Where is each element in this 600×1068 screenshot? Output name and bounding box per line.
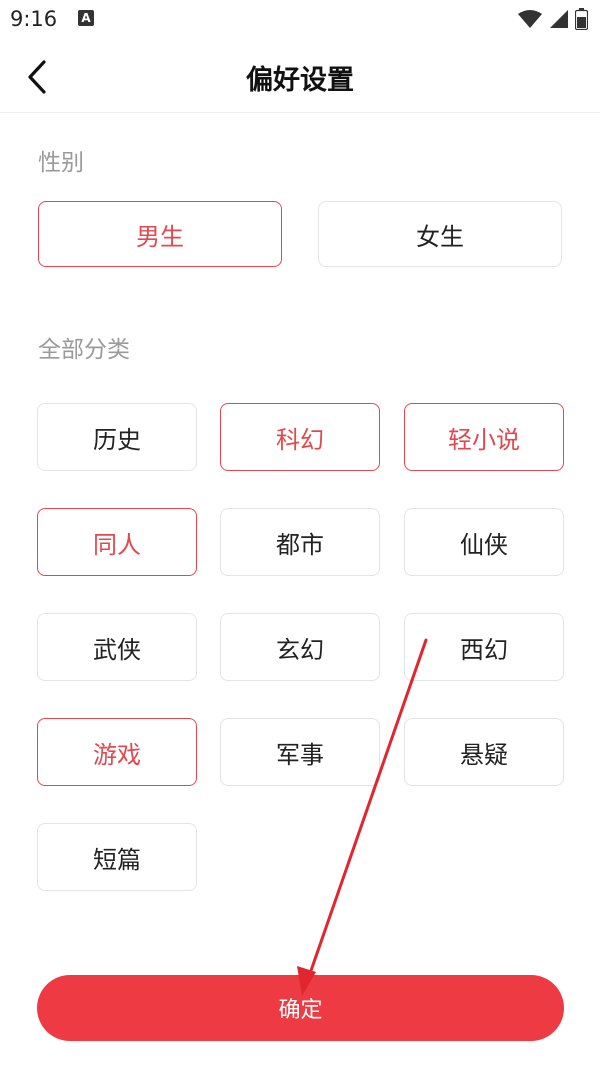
category-option-game[interactable]: 游戏 [37, 718, 197, 786]
gender-section-label: 性别 [38, 150, 84, 176]
gender-option-female[interactable]: 女生 [318, 201, 562, 267]
category-option-xuanhuan[interactable]: 玄幻 [220, 613, 380, 681]
status-time: 9:16 [10, 7, 58, 31]
battery-icon [575, 8, 588, 30]
signal-icon [549, 9, 569, 29]
category-option-urban[interactable]: 都市 [220, 508, 380, 576]
category-option-history[interactable]: 历史 [37, 403, 197, 471]
category-option-light-novel[interactable]: 轻小说 [404, 403, 564, 471]
category-option-mystery[interactable]: 悬疑 [404, 718, 564, 786]
nav-bar: 偏好设置 [0, 40, 600, 113]
wifi-icon [517, 9, 543, 29]
category-option-western-fantasy[interactable]: 西幻 [404, 613, 564, 681]
category-option-wuxia[interactable]: 武侠 [37, 613, 197, 681]
confirm-button[interactable]: 确定 [37, 975, 564, 1041]
category-option-xianxia[interactable]: 仙侠 [404, 508, 564, 576]
gender-options: 男生 女生 [38, 201, 564, 269]
category-option-fanfic[interactable]: 同人 [37, 508, 197, 576]
status-bar: 9:16 A [0, 0, 600, 40]
category-section-label: 全部分类 [38, 337, 130, 363]
category-option-military[interactable]: 军事 [220, 718, 380, 786]
notification-icon: A [78, 10, 94, 26]
category-option-scifi[interactable]: 科幻 [220, 403, 380, 471]
gender-option-male[interactable]: 男生 [38, 201, 282, 267]
status-icons [517, 8, 588, 30]
category-option-short-story[interactable]: 短篇 [37, 823, 197, 891]
page-title: 偏好设置 [246, 65, 354, 96]
